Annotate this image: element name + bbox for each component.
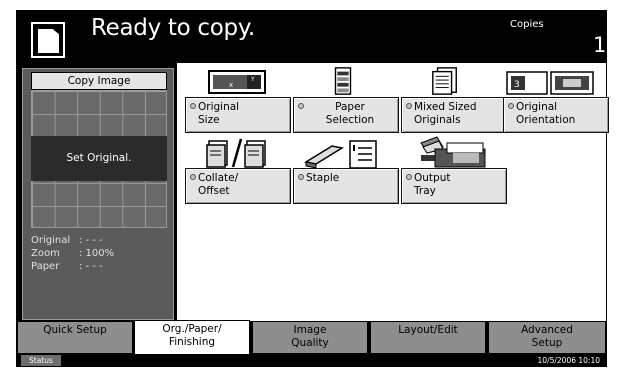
- collate-offset-button[interactable]: Collate/ Offset: [185, 168, 291, 204]
- copies-value: 1: [593, 33, 607, 57]
- staple-icon: [303, 140, 377, 169]
- orientation-icon: 3: [506, 71, 594, 95]
- original-size-icon: x Y: [208, 70, 266, 94]
- output-tray-button[interactable]: Output Tray: [401, 168, 507, 204]
- paper-info: Paper: - - -: [31, 261, 103, 272]
- original-size-button[interactable]: Original Size: [185, 97, 291, 133]
- paper-cassette-icon: [334, 67, 352, 95]
- tab-advanced-setup[interactable]: Advanced Setup: [488, 321, 606, 354]
- output-tray-icon: [420, 136, 486, 168]
- original-info: Original: - - -: [31, 235, 103, 246]
- status-button[interactable]: Status: [21, 355, 61, 366]
- paper-selection-button[interactable]: Paper Selection: [293, 97, 399, 133]
- copy-panel: Ready to copy. Copies 1 Copy Image Set O…: [16, 10, 609, 367]
- mixed-originals-icon: [432, 67, 457, 95]
- copy-image-preview: Copy Image Set Original. Original: - - -…: [22, 68, 174, 320]
- svg-text:Y: Y: [250, 76, 255, 83]
- date-time: 10/5/2006 10:10: [537, 356, 600, 365]
- tab-org-paper-finishing[interactable]: Org./Paper/ Finishing: [134, 320, 250, 355]
- document-icon: [31, 22, 65, 58]
- tab-quick-setup[interactable]: Quick Setup: [17, 321, 133, 354]
- status-bar: Status 10/5/2006 10:10: [17, 354, 606, 367]
- tab-image-quality[interactable]: Image Quality: [252, 321, 368, 354]
- svg-text:x: x: [229, 81, 233, 89]
- collate-icon: [206, 138, 266, 168]
- zoom-info: Zoom: 100%: [31, 248, 115, 259]
- original-orientation-button[interactable]: Original Orientation: [503, 97, 609, 133]
- mixed-sized-originals-button[interactable]: Mixed Sized Originals: [401, 97, 507, 133]
- copies-label: Copies: [510, 19, 544, 30]
- header-bar: Ready to copy. Copies 1: [17, 11, 606, 63]
- status-message: Ready to copy.: [91, 15, 255, 41]
- tab-layout-edit[interactable]: Layout/Edit: [370, 321, 486, 354]
- copy-image-title: Copy Image: [31, 72, 167, 90]
- staple-button[interactable]: Staple: [293, 168, 399, 204]
- set-original-message: Set Original.: [31, 136, 167, 181]
- svg-text:3: 3: [514, 80, 520, 90]
